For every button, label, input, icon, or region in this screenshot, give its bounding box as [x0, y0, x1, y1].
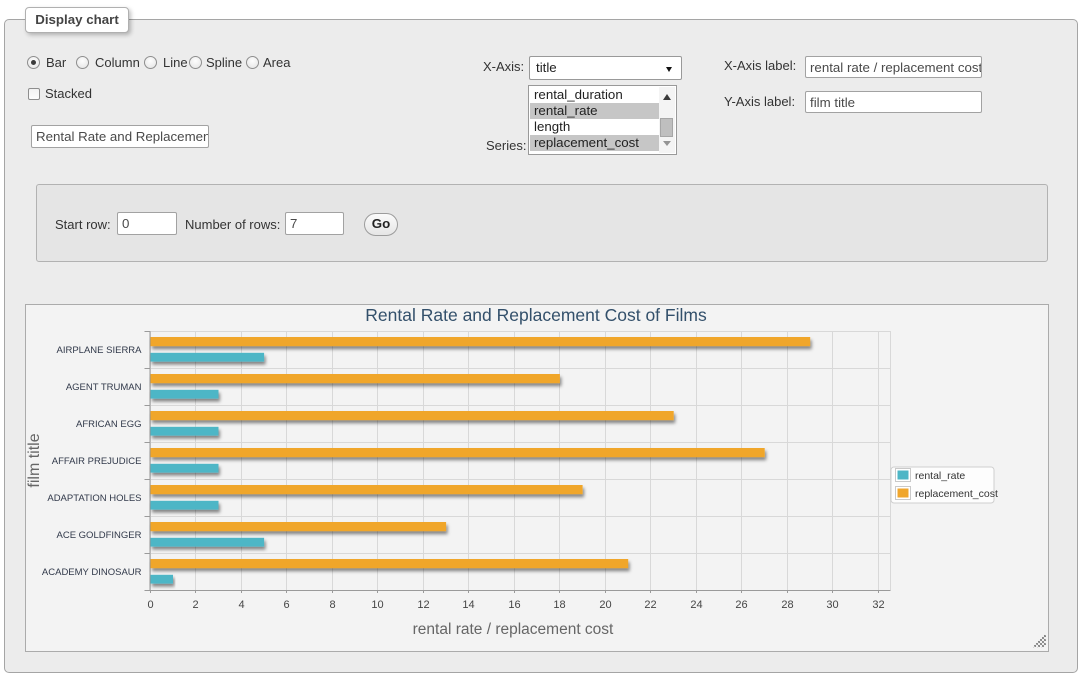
- svg-text:14: 14: [462, 599, 474, 611]
- svg-text:20: 20: [599, 599, 611, 611]
- svg-text:6: 6: [283, 599, 289, 611]
- svg-text:ADAPTATION HOLES: ADAPTATION HOLES: [47, 493, 141, 504]
- svg-text:10: 10: [371, 599, 383, 611]
- svg-text:rental_rate: rental_rate: [915, 470, 965, 482]
- svg-text:ACE GOLDFINGER: ACE GOLDFINGER: [57, 530, 142, 541]
- svg-text:4: 4: [238, 599, 244, 611]
- svg-text:AIRPLANE SIERRA: AIRPLANE SIERRA: [57, 345, 143, 356]
- svg-text:0: 0: [147, 599, 153, 611]
- svg-text:2: 2: [192, 599, 198, 611]
- svg-text:28: 28: [781, 599, 793, 611]
- svg-text:12: 12: [417, 599, 429, 611]
- svg-text:Rental Rate and Replacement Co: Rental Rate and Replacement Cost of Film…: [365, 305, 707, 325]
- svg-text:18: 18: [553, 599, 565, 611]
- svg-text:replacement_cost: replacement_cost: [915, 488, 998, 500]
- svg-text:30: 30: [826, 599, 838, 611]
- svg-text:ACADEMY DINOSAUR: ACADEMY DINOSAUR: [42, 567, 142, 578]
- svg-text:rental rate / replacement cost: rental rate / replacement cost: [413, 621, 614, 638]
- svg-text:24: 24: [690, 599, 702, 611]
- svg-text:film title: film title: [26, 433, 43, 487]
- svg-text:22: 22: [644, 599, 656, 611]
- svg-text:AFFAIR PREJUDICE: AFFAIR PREJUDICE: [52, 456, 142, 467]
- svg-text:8: 8: [329, 599, 335, 611]
- svg-text:AGENT TRUMAN: AGENT TRUMAN: [66, 382, 142, 393]
- svg-text:AFRICAN EGG: AFRICAN EGG: [76, 419, 141, 430]
- svg-text:16: 16: [508, 599, 520, 611]
- svg-text:26: 26: [735, 599, 747, 611]
- svg-text:32: 32: [872, 599, 884, 611]
